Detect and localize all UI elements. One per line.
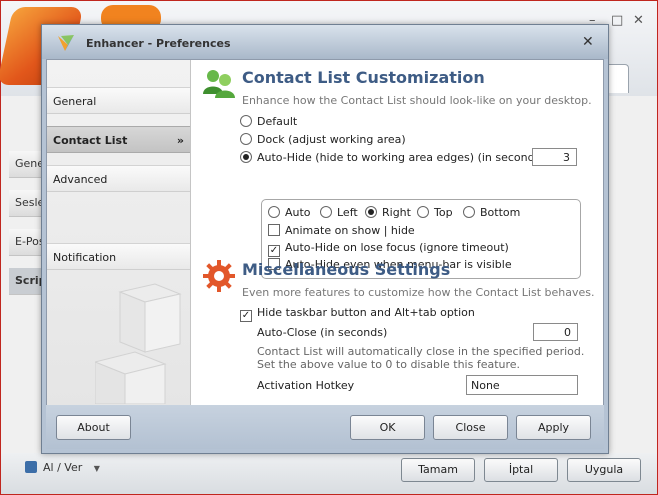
apply-button[interactable]: Apply — [516, 415, 591, 440]
close-button[interactable]: Close — [433, 415, 508, 440]
edge-radio-top[interactable]: Top — [417, 206, 453, 219]
edge-radio-bottom[interactable]: Bottom — [463, 206, 520, 219]
host-sidebar-item[interactable]: Sesle — [9, 190, 45, 217]
nav-label: General — [53, 95, 97, 108]
edge-radio-auto[interactable]: Auto — [268, 206, 311, 219]
iptal-button[interactable]: İptal — [484, 458, 558, 482]
animate-checkbox[interactable]: Animate on show | hide — [268, 224, 415, 237]
radio-label: Auto — [285, 206, 311, 219]
checkmark-icon: ✓ — [268, 245, 280, 257]
section-subtitle-contact-list: Enhance how the Contact List should look… — [242, 94, 592, 107]
dialog-titlebar: Enhancer - Preferences ✕ — [42, 25, 608, 59]
save-disk-icon — [25, 461, 37, 473]
host-sidebar-item[interactable]: Gene — [9, 151, 45, 178]
radio-dock[interactable]: Dock (adjust working area) — [240, 133, 406, 146]
radio-label: Default — [257, 115, 298, 128]
section-subtitle-misc: Even more features to customize how the … — [242, 286, 595, 299]
section-title-contact-list: Contact List Customization — [242, 68, 485, 87]
host-sidebar-item[interactable]: Scrip — [9, 268, 45, 295]
nav-item-contact-list[interactable]: Contact List » — [47, 126, 190, 153]
radio-label: Dock (adjust working area) — [257, 133, 406, 146]
maximize-icon[interactable]: □ — [611, 13, 623, 28]
radio-indicator-selected — [365, 206, 377, 218]
nav-item-advanced[interactable]: Advanced — [47, 165, 190, 192]
hotkey-label: Activation Hotkey — [257, 379, 355, 392]
auto-close-note-line1: Contact List will automatically close in… — [257, 345, 585, 358]
dialog-button-bar: About OK Close Apply — [46, 405, 604, 449]
close-icon[interactable]: ✕ — [633, 13, 644, 28]
edge-radio-left[interactable]: Left — [320, 206, 358, 219]
contacts-users-icon — [203, 70, 235, 98]
nav-label: Notification — [53, 251, 117, 264]
auto-close-note-line2: Set the above value to 0 to disable this… — [257, 358, 521, 371]
checkbox-label: Animate on show | hide — [285, 224, 415, 237]
nav-item-general[interactable]: General — [47, 87, 190, 114]
section-title-misc: Miscellaneous Settings — [242, 260, 451, 279]
dialog-body: General Contact List » Advanced Notificat… — [46, 59, 604, 407]
lose-focus-checkbox[interactable]: ✓ Auto-Hide on lose focus (ignore timeout… — [268, 241, 509, 257]
nav-item-notification[interactable]: Notification — [47, 243, 190, 270]
settings-gear-icon — [203, 260, 235, 292]
radio-default[interactable]: Default — [240, 115, 297, 128]
radio-indicator — [463, 206, 475, 218]
ok-button[interactable]: OK — [350, 415, 425, 440]
checkbox-label: Auto-Hide on lose focus (ignore timeout) — [285, 241, 509, 254]
nav-label: Contact List — [53, 134, 128, 147]
dialog-title: Enhancer - Preferences — [86, 37, 231, 50]
uygula-button[interactable]: Uygula — [567, 458, 641, 482]
double-chevron-right-icon: » — [176, 134, 184, 147]
host-sidebar: Gene Sesle E-Pos Scrip — [9, 151, 45, 307]
radio-label: Top — [434, 206, 453, 219]
checkmark-icon: ✓ — [240, 310, 252, 322]
edge-radio-right[interactable]: Right — [365, 206, 411, 219]
hide-taskbar-checkbox[interactable]: ✓ Hide taskbar button and Alt+tab option — [240, 306, 475, 322]
radio-indicator — [240, 133, 252, 145]
checkbox-box — [268, 224, 280, 236]
autohide-seconds-input[interactable]: 3 — [532, 148, 577, 166]
decorative-cubes-icon — [95, 283, 182, 404]
host-sidebar-item[interactable]: E-Pos — [9, 229, 45, 256]
nav-label: Advanced — [53, 173, 108, 186]
chevron-down-icon: ▼ — [93, 464, 100, 473]
preferences-dialog: Enhancer - Preferences ✕ General Contact… — [41, 24, 609, 454]
radio-indicator — [240, 115, 252, 127]
auto-close-input[interactable]: 0 — [533, 323, 578, 341]
radio-label: Right — [382, 206, 411, 219]
hotkey-input[interactable]: None — [466, 375, 578, 395]
checkbox-label: Hide taskbar button and Alt+tab option — [257, 306, 475, 319]
al-ver-link[interactable]: Al / Ver ▼ — [25, 461, 100, 474]
enhancer-logo-icon — [58, 35, 74, 51]
radio-indicator — [268, 206, 280, 218]
radio-label: Auto-Hide (hide to working area edges) (… — [257, 151, 545, 164]
dialog-close-icon[interactable]: ✕ — [582, 34, 594, 50]
settings-nav: General Contact List » Advanced Notificat… — [47, 60, 191, 406]
auto-close-label: Auto-Close (in seconds) — [257, 326, 388, 339]
settings-content: Contact List Customization Enhance how t… — [191, 60, 603, 406]
tamam-button[interactable]: Tamam — [401, 458, 475, 482]
radio-indicator-selected — [240, 151, 252, 163]
about-button[interactable]: About — [56, 415, 131, 440]
radio-label: Bottom — [480, 206, 521, 219]
radio-autohide[interactable]: Auto-Hide (hide to working area edges) (… — [240, 151, 545, 164]
radio-indicator — [320, 206, 332, 218]
radio-indicator — [417, 206, 429, 218]
radio-label: Left — [337, 206, 358, 219]
al-ver-label: Al / Ver — [43, 461, 83, 474]
